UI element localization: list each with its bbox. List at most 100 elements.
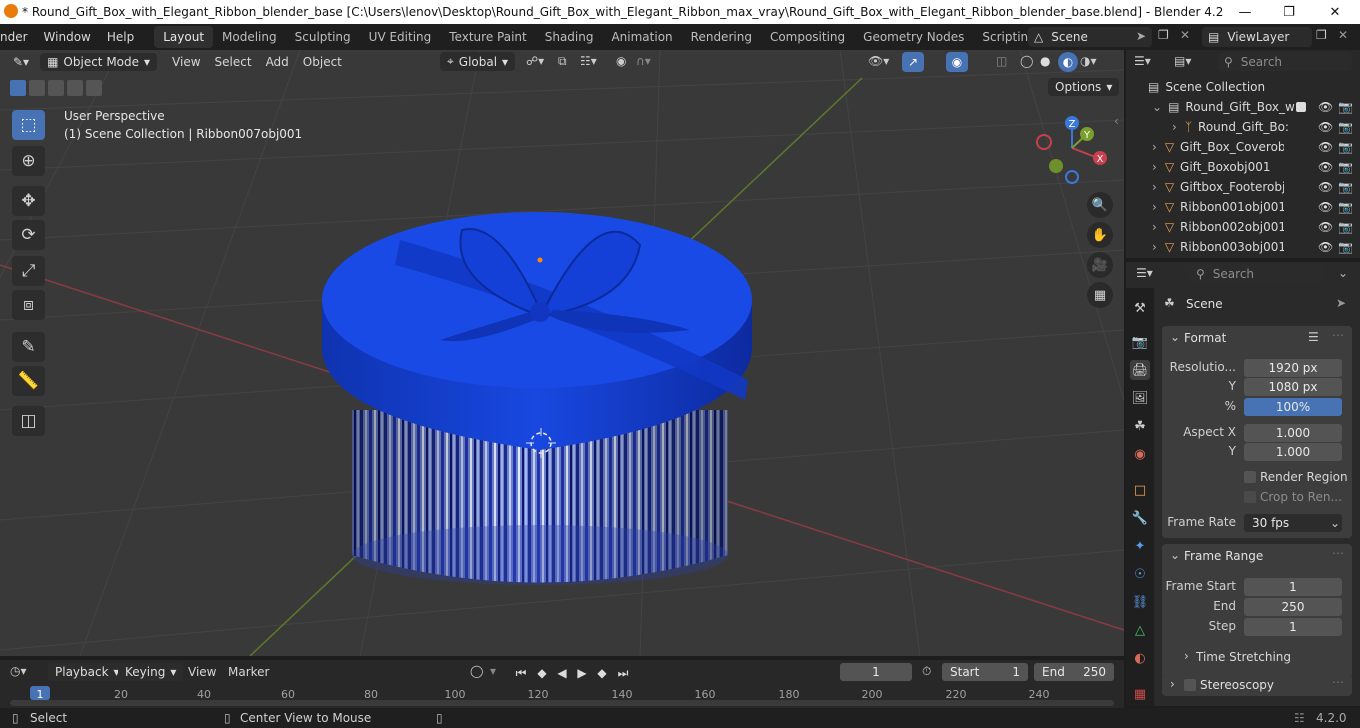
transform-tool[interactable]: ⧈ — [12, 290, 45, 320]
solid-shading-icon[interactable]: ● — [1040, 54, 1050, 68]
menu-render[interactable]: nder — [0, 30, 36, 44]
drag-handle-icon[interactable]: ⋯ — [1332, 328, 1344, 342]
pin-icon[interactable]: ➤ — [1136, 29, 1146, 43]
falloff-icon[interactable]: ∩▾ — [636, 54, 651, 68]
outliner-row[interactable]: › ▽ Gift_Box_Coverobj( 👁 📷 — [1126, 137, 1360, 157]
tab-layout[interactable]: Layout — [154, 26, 214, 48]
snap-target-icon[interactable]: ☷▾ — [580, 54, 597, 68]
mode-dropdown[interactable]: ▦ Object Mode ▾ — [40, 53, 158, 71]
cursor-tool[interactable]: ⊕ — [12, 146, 45, 176]
crop-checkbox[interactable] — [1244, 491, 1256, 503]
menu-select[interactable]: Select — [208, 52, 259, 72]
add-cube-tool[interactable]: ◫ — [12, 406, 45, 436]
tab-shading[interactable]: Shading — [536, 26, 603, 48]
chevron-right-icon[interactable]: › — [1184, 649, 1189, 663]
tab-uv-editing[interactable]: UV Editing — [360, 26, 441, 48]
camera-icon[interactable]: 📷 — [1338, 100, 1353, 114]
rotate-tool[interactable]: ⟳ — [12, 220, 45, 250]
delete-scene-icon[interactable]: ✕ — [1180, 28, 1190, 42]
keying-menu[interactable]: Keying ▾ — [118, 663, 184, 681]
scene-tab-icon[interactable]: ☘ — [1130, 416, 1150, 436]
eye-icon[interactable]: 👁 — [1318, 160, 1333, 174]
aspect-y-field[interactable]: 1.000 — [1244, 443, 1342, 461]
camera-icon[interactable]: 📷 — [1338, 120, 1353, 134]
wireframe-shading-icon[interactable]: ◯ — [1020, 54, 1033, 68]
gizmo-toggle-icon[interactable]: ↗ — [902, 52, 924, 72]
play-reverse-icon[interactable]: ◀ — [553, 664, 571, 682]
properties-editor-icon[interactable]: ☰▾ — [1136, 266, 1153, 280]
eye-icon[interactable]: 👁 — [1318, 140, 1333, 154]
3d-viewport[interactable]: ✎▾ ▦ Object Mode ▾ View Select Add Objec… — [0, 50, 1124, 656]
eye-icon[interactable]: 👁 — [1318, 100, 1333, 114]
stereoscopy-checkbox[interactable] — [1184, 679, 1196, 691]
checkbox-icon[interactable] — [1296, 102, 1306, 112]
close-button[interactable]: ✕ — [1312, 0, 1358, 24]
chevron-right-icon[interactable]: › — [1152, 180, 1157, 194]
stopwatch-icon[interactable]: ⏱ — [922, 664, 931, 679]
new-viewlayer-icon[interactable]: ❐ — [1316, 28, 1327, 42]
sidebar-toggle-icon[interactable]: ‹ — [1114, 114, 1119, 128]
move-tool[interactable]: ✥ — [12, 186, 45, 216]
chevron-down-icon[interactable]: ⌄ — [1170, 548, 1180, 562]
tab-geometry-nodes[interactable]: Geometry Nodes — [854, 26, 973, 48]
camera-icon[interactable]: 📷 — [1338, 140, 1353, 154]
pan-button[interactable]: ✋ — [1087, 222, 1113, 248]
timeline-editor-icon[interactable]: ◷▾ — [10, 664, 27, 678]
outliner-row[interactable]: › ▽ Gift_Boxobj001 👁 📷 — [1126, 157, 1360, 177]
outliner-row[interactable]: › ▽ Ribbon003obj001 👁 📷 — [1126, 237, 1360, 257]
viewlayer-selector[interactable]: ▤ ViewLayer — [1202, 27, 1312, 47]
overlay-toggle-icon[interactable]: ◉ — [946, 52, 968, 72]
select-new-icon[interactable] — [10, 80, 26, 96]
zoom-button[interactable]: 🔍 — [1087, 192, 1113, 218]
render-region-checkbox[interactable] — [1244, 471, 1256, 483]
ortho-toggle-button[interactable]: ▦ — [1087, 282, 1113, 308]
output-tab-icon[interactable]: 🖨 — [1130, 360, 1150, 380]
editor-type-icon[interactable]: ✎▾ — [6, 52, 36, 72]
chevron-down-icon[interactable]: ⌄ — [1170, 330, 1180, 344]
tab-animation[interactable]: Animation — [602, 26, 681, 48]
world-tab-icon[interactable]: ◉ — [1130, 444, 1150, 464]
chevron-right-icon[interactable]: › — [1152, 220, 1157, 234]
measure-tool[interactable]: 📏 — [12, 366, 45, 396]
proportional-edit-icon[interactable]: ◉ — [616, 54, 626, 68]
drag-handle-icon[interactable]: ⋯ — [1332, 546, 1344, 560]
select-invert-icon[interactable] — [67, 80, 83, 96]
presets-icon[interactable]: ☰ — [1308, 330, 1319, 344]
chevron-down-icon[interactable]: ⌄ — [1152, 100, 1162, 114]
format-title[interactable]: Format — [1184, 331, 1226, 345]
display-mode-icon[interactable]: ▤▾ — [1174, 54, 1191, 68]
menu-window[interactable]: Window — [36, 30, 99, 44]
data-tab-icon[interactable]: △ — [1130, 620, 1150, 640]
tab-texture-paint[interactable]: Texture Paint — [440, 26, 535, 48]
current-frame-field[interactable]: 1 — [840, 663, 912, 681]
snap-icon[interactable]: ⧉ — [558, 54, 567, 69]
scale-tool[interactable]: ⤢ — [12, 256, 45, 286]
auto-keying-icon[interactable]: ◯ — [470, 664, 483, 678]
delete-viewlayer-icon[interactable]: ✕ — [1338, 28, 1348, 42]
frame-start-field[interactable]: 1 — [1244, 578, 1342, 596]
select-box-tool[interactable]: ⬚ — [12, 110, 45, 140]
gift-box[interactable] — [322, 212, 752, 585]
eye-icon[interactable]: 👁 — [1318, 220, 1333, 234]
outliner-row[interactable]: › ▽ Ribbon001obj001 👁 📷 — [1126, 197, 1360, 217]
camera-view-button[interactable]: 🎥 — [1087, 252, 1113, 278]
start-frame-field[interactable]: Start 1 — [942, 663, 1028, 681]
eye-icon[interactable]: 👁 — [1318, 120, 1333, 134]
new-scene-icon[interactable]: ❐ — [1158, 28, 1169, 42]
time-stretching-title[interactable]: Time Stretching — [1196, 650, 1291, 664]
outliner-editor-icon[interactable]: ☰▾ — [1134, 54, 1151, 68]
visibility-icon[interactable]: 👁▾ — [868, 54, 889, 68]
menu-object[interactable]: Object — [296, 52, 349, 72]
drag-handle-icon[interactable]: ⋯ — [1332, 675, 1344, 689]
modifier-tab-icon[interactable]: 🔧 — [1130, 508, 1150, 528]
outliner-search-input[interactable]: ⚲ Search — [1218, 52, 1352, 71]
navigation-gizmo[interactable]: Z X Y — [1030, 112, 1116, 190]
chevron-down-icon[interactable]: ⌄ — [1338, 266, 1348, 280]
menu-help[interactable]: Help — [99, 30, 142, 44]
chevron-right-icon[interactable]: › — [1152, 160, 1157, 174]
resolution-percent-field[interactable]: 100% — [1244, 398, 1342, 416]
chevron-right-icon[interactable]: › — [1170, 677, 1175, 691]
prev-keyframe-icon[interactable]: ◆ — [533, 664, 551, 682]
constraints-tab-icon[interactable]: ⛓ — [1130, 592, 1150, 612]
frame-rate-dropdown[interactable]: 30 fps ⌄ — [1244, 514, 1342, 532]
